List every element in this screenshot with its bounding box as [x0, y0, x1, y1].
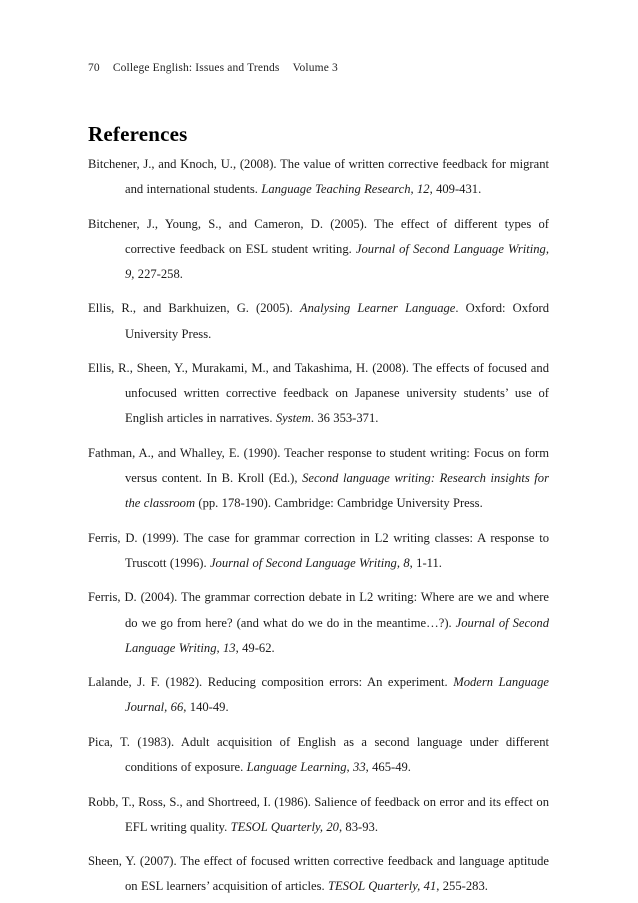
reference-list: Bitchener, J., and Knoch, U., (2008). Th… — [88, 152, 549, 899]
reference-title-italic: Language Teaching Research, 12 — [261, 182, 430, 197]
running-head-publication: College English: Issues and Trends — [112, 62, 280, 74]
reference-entry: Fathman, A., and Whalley, E. (1990). Tea… — [88, 441, 549, 516]
reference-text: , 83-93. — [338, 819, 378, 834]
reference-title-italic: TESOL Quarterly, 20 — [230, 819, 339, 834]
reference-entry: Pica, T. (1983). Adult acquisition of En… — [88, 730, 549, 780]
running-head-volume: Volume 3 — [292, 62, 338, 74]
reference-text: , 255-283. — [436, 879, 488, 894]
document-page: 70 College English: Issues and Trends Volu… — [0, 0, 638, 903]
reference-title-italic: TESOL Quarterly, 41 — [327, 879, 437, 894]
reference-entry: Bitchener, J., and Knoch, U., (2008). Th… — [88, 152, 549, 202]
reference-text: , 140-49. — [183, 700, 229, 715]
reference-text: , 1-11. — [409, 555, 442, 570]
running-head: 70 College English: Issues and Trends Volu… — [88, 61, 548, 75]
reference-text: Lalande, J. F. (1982). Reducing composit… — [88, 675, 454, 690]
reference-entry: Ferris, D. (1999). The case for grammar … — [88, 526, 549, 576]
reference-entry: Lalande, J. F. (1982). Reducing composit… — [88, 670, 549, 720]
reference-text: , 227-258. — [131, 266, 183, 281]
reference-entry: Sheen, Y. (2007). The effect of focused … — [88, 849, 549, 899]
reference-entry: Ellis, R., Sheen, Y., Murakami, M., and … — [88, 356, 549, 431]
reference-title-italic: Journal of Second Language Writing, 8 — [209, 555, 410, 570]
reference-text: , 49-62. — [235, 640, 275, 655]
reference-entry: Ferris, D. (2004). The grammar correctio… — [88, 585, 549, 660]
reference-entry: Ellis, R., and Barkhuizen, G. (2005). An… — [88, 296, 549, 346]
reference-text: , 409-431. — [429, 182, 482, 197]
reference-text: (pp. 178-190). Cambridge: Cambridge Univ… — [195, 496, 483, 511]
reference-text: . 36 353-371. — [310, 411, 379, 426]
page-title: References — [88, 122, 188, 147]
reference-entry: Bitchener, J., Young, S., and Cameron, D… — [88, 212, 549, 287]
reference-entry: Robb, T., Ross, S., and Shortreed, I. (1… — [88, 790, 549, 840]
reference-text: Ellis, R., and Barkhuizen, G. (2005). — [88, 301, 300, 316]
reference-title-italic: Analysing Learner Language — [299, 301, 456, 316]
reference-title-italic: Language Learning, 33 — [246, 759, 366, 774]
reference-text: , 465-49. — [365, 759, 411, 774]
reference-title-italic: System — [275, 411, 311, 426]
page-number: 70 — [88, 62, 100, 74]
